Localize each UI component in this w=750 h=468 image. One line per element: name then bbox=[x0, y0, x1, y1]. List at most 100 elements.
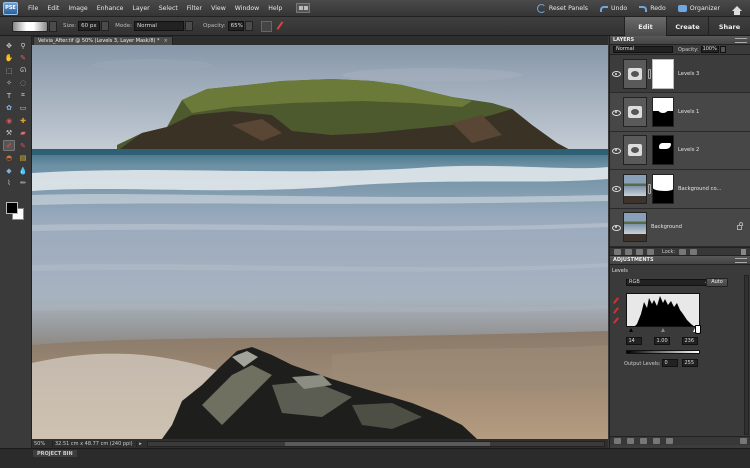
gradient-tool-icon[interactable]: ▤ bbox=[17, 153, 29, 164]
menu-help[interactable]: Help bbox=[268, 5, 282, 12]
layer-mask-thumbnail[interactable] bbox=[652, 58, 674, 89]
mode-select[interactable]: Normal bbox=[134, 21, 184, 31]
eraser-tool-icon[interactable]: ▰ bbox=[17, 128, 29, 139]
crop-tool-icon[interactable]: ⌗ bbox=[17, 90, 29, 101]
menu-filter[interactable]: Filter bbox=[187, 5, 202, 12]
magic-wand-tool-icon[interactable]: ✧ bbox=[3, 78, 15, 89]
black-point-eyedropper-icon[interactable] bbox=[614, 297, 622, 304]
menu-enhance[interactable]: Enhance bbox=[97, 5, 124, 12]
input-gray-slider-handle[interactable] bbox=[661, 328, 665, 332]
panel-menu-icon[interactable] bbox=[735, 38, 747, 43]
back-icon[interactable] bbox=[614, 438, 621, 444]
layer-mask-thumbnail[interactable] bbox=[652, 97, 674, 128]
channel-select[interactable]: RGB bbox=[626, 279, 712, 286]
brush-settings-icon[interactable] bbox=[275, 20, 289, 32]
status-menu-arrow-icon[interactable]: ▸ bbox=[136, 440, 144, 447]
new-layer-icon[interactable] bbox=[614, 248, 621, 255]
zoom-level[interactable]: 50% bbox=[32, 441, 52, 447]
layer-opacity-dropdown[interactable] bbox=[719, 46, 726, 53]
organizer-button[interactable]: Organizer bbox=[677, 5, 720, 12]
image-canvas[interactable] bbox=[32, 45, 608, 439]
menu-view[interactable]: View bbox=[211, 5, 226, 12]
lock-transparent-icon[interactable] bbox=[679, 248, 687, 255]
menu-layer[interactable]: Layer bbox=[132, 5, 149, 12]
airbrush-icon[interactable] bbox=[260, 20, 272, 32]
home-icon[interactable] bbox=[732, 6, 742, 15]
input-levels-slider[interactable] bbox=[626, 328, 700, 333]
healing-brush-tool-icon[interactable]: ✚ bbox=[17, 115, 29, 126]
smart-brush-tool-icon[interactable]: ✎ bbox=[17, 140, 29, 151]
lasso-tool-icon[interactable]: ᘏ bbox=[17, 65, 29, 76]
adjustments-panel-header[interactable]: ADJUSTMENTS bbox=[610, 256, 750, 265]
lock-all-icon[interactable] bbox=[690, 248, 698, 255]
tab-share[interactable]: Share bbox=[708, 17, 750, 36]
sponge-tool-icon[interactable]: ⌇ bbox=[3, 178, 15, 189]
layer-opacity-field[interactable]: 100% bbox=[700, 46, 719, 53]
new-group-icon[interactable] bbox=[625, 248, 632, 255]
zoom-tool-icon[interactable]: ⚲ bbox=[17, 40, 29, 51]
horizontal-scrollbar[interactable] bbox=[147, 440, 605, 447]
input-black-slider-handle[interactable] bbox=[629, 328, 633, 332]
input-gray-field[interactable]: 1.00 bbox=[654, 337, 670, 345]
layer-mask-thumbnail[interactable] bbox=[652, 135, 674, 166]
layer-row-levels-2[interactable]: Levels 2 bbox=[610, 131, 750, 171]
brush-preset-preview[interactable] bbox=[12, 20, 48, 32]
layer-mask-thumbnail[interactable] bbox=[652, 173, 674, 204]
visibility-eye-icon[interactable] bbox=[612, 109, 621, 116]
layer-row-background[interactable]: Background bbox=[610, 208, 750, 247]
redo-button[interactable]: Redo bbox=[639, 5, 666, 12]
arrange-layout-button[interactable] bbox=[296, 3, 311, 13]
move-tool-icon[interactable]: ✥ bbox=[3, 40, 15, 51]
menu-select[interactable]: Select bbox=[159, 5, 178, 12]
straighten-tool-icon[interactable]: ▭ bbox=[17, 103, 29, 114]
adjustments-scrollbar[interactable] bbox=[744, 275, 749, 435]
reset-panels-button[interactable]: Reset Panels bbox=[536, 4, 588, 13]
layer-row-levels-1[interactable]: Levels 1 bbox=[610, 93, 750, 132]
eyedropper-tool-icon[interactable]: ✎ bbox=[17, 53, 29, 64]
add-mask-icon[interactable] bbox=[647, 248, 654, 255]
toggle-visibility-icon[interactable] bbox=[652, 438, 660, 444]
blur-tool-icon[interactable]: 💧 bbox=[17, 165, 29, 176]
panel-menu-icon[interactable] bbox=[735, 258, 747, 263]
shape-tool-icon[interactable]: ◆ bbox=[3, 165, 15, 176]
red-eye-tool-icon[interactable]: ◉ bbox=[3, 115, 15, 126]
delete-adjustment-icon[interactable] bbox=[740, 438, 747, 444]
gray-point-eyedropper-icon[interactable] bbox=[614, 307, 622, 314]
visibility-eye-icon[interactable] bbox=[612, 147, 621, 154]
layer-row-background-copy[interactable]: Background co... bbox=[610, 170, 750, 209]
close-document-icon[interactable]: × bbox=[164, 38, 168, 44]
layer-row-levels-3[interactable]: Levels 3 bbox=[610, 55, 750, 94]
document-tab[interactable]: Velvia_After.tif @ 50% (Levels 3, Layer … bbox=[33, 36, 173, 45]
mode-dropdown[interactable] bbox=[185, 21, 193, 31]
pencil-tool-icon[interactable]: ✏ bbox=[17, 178, 29, 189]
mask-link-icon[interactable] bbox=[648, 183, 651, 194]
clone-stamp-tool-icon[interactable]: ⚒ bbox=[3, 128, 15, 139]
auto-button[interactable]: Auto bbox=[706, 278, 728, 287]
blend-mode-select[interactable]: Normal bbox=[613, 46, 673, 53]
marquee-tool-icon[interactable]: ⬚ bbox=[3, 65, 15, 76]
size-field[interactable]: 60 px bbox=[78, 21, 101, 31]
size-dropdown[interactable] bbox=[101, 21, 110, 31]
menu-file[interactable]: File bbox=[28, 5, 38, 12]
input-black-field[interactable]: 14 bbox=[626, 337, 642, 345]
tab-create[interactable]: Create bbox=[666, 17, 708, 36]
brush-tool-icon[interactable]: ✐ bbox=[3, 140, 15, 151]
white-point-eyedropper-icon[interactable] bbox=[614, 317, 622, 324]
visibility-eye-icon[interactable] bbox=[612, 186, 621, 193]
opacity-dropdown[interactable] bbox=[244, 21, 253, 31]
visibility-eye-icon[interactable] bbox=[612, 224, 621, 231]
foreground-color-swatch[interactable] bbox=[6, 202, 18, 214]
paint-bucket-tool-icon[interactable]: ◓ bbox=[3, 153, 15, 164]
input-white-field[interactable]: 236 bbox=[682, 337, 698, 345]
output-black-field[interactable]: 0 bbox=[662, 359, 678, 367]
menu-edit[interactable]: Edit bbox=[47, 5, 59, 12]
visibility-eye-icon[interactable] bbox=[612, 71, 621, 78]
undo-button[interactable]: Undo bbox=[600, 5, 627, 12]
mask-link-icon[interactable] bbox=[648, 68, 651, 79]
delete-layer-icon[interactable] bbox=[741, 248, 746, 255]
output-levels-gradient[interactable] bbox=[626, 350, 700, 354]
new-adjustment-layer-icon[interactable] bbox=[636, 248, 643, 255]
reset-adjustment-icon[interactable] bbox=[665, 438, 673, 444]
menu-image[interactable]: Image bbox=[68, 5, 87, 12]
quick-selection-tool-icon[interactable]: ◌ bbox=[17, 78, 29, 89]
